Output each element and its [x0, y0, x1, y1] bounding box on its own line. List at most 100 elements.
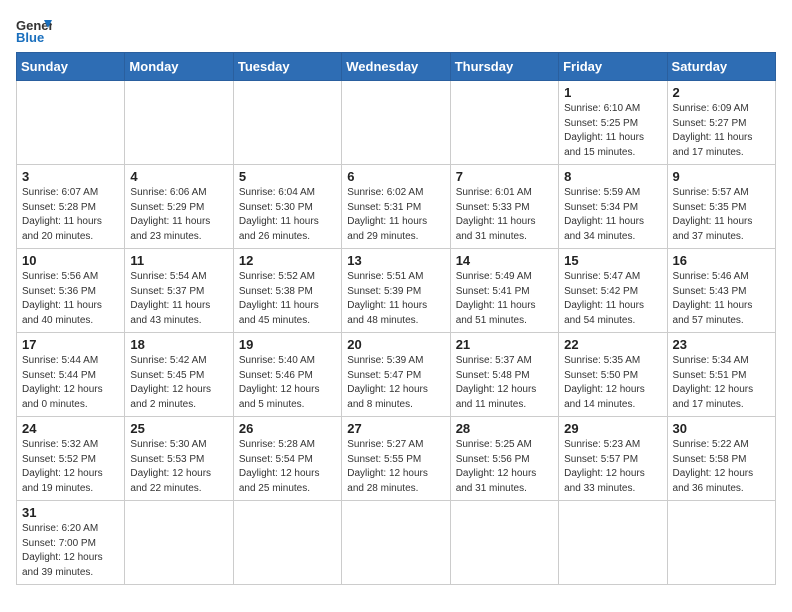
- calendar-cell: 17 Sunrise: 5:44 AM Sunset: 5:44 PM Dayli…: [17, 333, 125, 417]
- cell-info-text: Sunrise: 6:20 AM Sunset: 7:00 PM Dayligh…: [22, 522, 119, 580]
- cell-info-text: Sunrise: 5:47 AM Sunset: 5:42 PM Dayligh…: [564, 270, 661, 328]
- column-header-monday: Monday: [125, 53, 233, 81]
- cell-info-text: Sunrise: 5:30 AM Sunset: 5:53 PM Dayligh…: [130, 438, 227, 496]
- calendar-cell: 7 Sunrise: 6:01 AM Sunset: 5:33 PM Daylig…: [450, 165, 558, 249]
- cell-date-number: 20: [347, 337, 444, 352]
- cell-date-number: 29: [564, 421, 661, 436]
- calendar-cell: 28Sunrise: 5:25 AM Sunset: 5:56 PM Dayli…: [450, 417, 558, 501]
- cell-date-number: 8: [564, 169, 661, 184]
- svg-text:Blue: Blue: [16, 30, 44, 44]
- calendar-cell: 23 Sunrise: 5:34 AM Sunset: 5:51 PM Dayli…: [667, 333, 775, 417]
- cell-info-text: Sunrise: 5:22 AM Sunset: 5:58 PM Dayligh…: [673, 438, 770, 496]
- calendar-cell: 30Sunrise: 5:22 AM Sunset: 5:58 PM Dayli…: [667, 417, 775, 501]
- header: General Blue: [16, 16, 776, 44]
- logo-icon: General Blue: [16, 16, 52, 44]
- cell-info-text: Sunrise: 5:52 AM Sunset: 5:38 PM Dayligh…: [239, 270, 336, 328]
- calendar-week-3: 17 Sunrise: 5:44 AM Sunset: 5:44 PM Dayli…: [17, 333, 776, 417]
- column-header-wednesday: Wednesday: [342, 53, 450, 81]
- column-header-friday: Friday: [559, 53, 667, 81]
- cell-info-text: Sunrise: 6:01 AM Sunset: 5:33 PM Dayligh…: [456, 186, 553, 244]
- calendar-cell: 19 Sunrise: 5:40 AM Sunset: 5:46 PM Dayli…: [233, 333, 341, 417]
- cell-info-text: Sunrise: 5:44 AM Sunset: 5:44 PM Dayligh…: [22, 354, 119, 412]
- calendar-cell: 14Sunrise: 5:49 AM Sunset: 5:41 PM Dayli…: [450, 249, 558, 333]
- column-header-saturday: Saturday: [667, 53, 775, 81]
- calendar-cell: 8 Sunrise: 5:59 AM Sunset: 5:34 PM Daylig…: [559, 165, 667, 249]
- cell-info-text: Sunrise: 5:23 AM Sunset: 5:57 PM Dayligh…: [564, 438, 661, 496]
- cell-info-text: Sunrise: 6:02 AM Sunset: 5:31 PM Dayligh…: [347, 186, 444, 244]
- cell-date-number: 16: [673, 253, 770, 268]
- calendar-cell: 6 Sunrise: 6:02 AM Sunset: 5:31 PM Daylig…: [342, 165, 450, 249]
- cell-info-text: Sunrise: 5:32 AM Sunset: 5:52 PM Dayligh…: [22, 438, 119, 496]
- cell-info-text: Sunrise: 5:34 AM Sunset: 5:51 PM Dayligh…: [673, 354, 770, 412]
- cell-date-number: 6: [347, 169, 444, 184]
- calendar-cell: 4 Sunrise: 6:06 AM Sunset: 5:29 PM Daylig…: [125, 165, 233, 249]
- calendar-cell: [450, 81, 558, 165]
- calendar-cell: [450, 501, 558, 585]
- calendar-week-4: 24Sunrise: 5:32 AM Sunset: 5:52 PM Dayli…: [17, 417, 776, 501]
- cell-info-text: Sunrise: 5:51 AM Sunset: 5:39 PM Dayligh…: [347, 270, 444, 328]
- calendar-body: 1 Sunrise: 6:10 AM Sunset: 5:25 PM Daylig…: [17, 81, 776, 585]
- cell-info-text: Sunrise: 6:09 AM Sunset: 5:27 PM Dayligh…: [673, 102, 770, 160]
- cell-date-number: 18: [130, 337, 227, 352]
- cell-date-number: 23: [673, 337, 770, 352]
- calendar-table: SundayMondayTuesdayWednesdayThursdayFrid…: [16, 52, 776, 585]
- calendar-cell: 13 Sunrise: 5:51 AM Sunset: 5:39 PM Dayli…: [342, 249, 450, 333]
- calendar-cell: [233, 81, 341, 165]
- calendar-cell: 15 Sunrise: 5:47 AM Sunset: 5:42 PM Dayli…: [559, 249, 667, 333]
- calendar-cell: 20 Sunrise: 5:39 AM Sunset: 5:47 PM Dayli…: [342, 333, 450, 417]
- cell-info-text: Sunrise: 5:46 AM Sunset: 5:43 PM Dayligh…: [673, 270, 770, 328]
- calendar-cell: 12 Sunrise: 5:52 AM Sunset: 5:38 PM Dayli…: [233, 249, 341, 333]
- cell-info-text: Sunrise: 6:04 AM Sunset: 5:30 PM Dayligh…: [239, 186, 336, 244]
- cell-date-number: 15: [564, 253, 661, 268]
- calendar-cell: 11Sunrise: 5:54 AM Sunset: 5:37 PM Dayli…: [125, 249, 233, 333]
- calendar-cell: 9 Sunrise: 5:57 AM Sunset: 5:35 PM Daylig…: [667, 165, 775, 249]
- cell-info-text: Sunrise: 5:35 AM Sunset: 5:50 PM Dayligh…: [564, 354, 661, 412]
- calendar-cell: [17, 81, 125, 165]
- calendar-cell: 3 Sunrise: 6:07 AM Sunset: 5:28 PM Daylig…: [17, 165, 125, 249]
- cell-date-number: 4: [130, 169, 227, 184]
- cell-date-number: 2: [673, 85, 770, 100]
- cell-date-number: 9: [673, 169, 770, 184]
- cell-date-number: 11: [130, 253, 227, 268]
- cell-date-number: 28: [456, 421, 553, 436]
- calendar-cell: 2 Sunrise: 6:09 AM Sunset: 5:27 PM Daylig…: [667, 81, 775, 165]
- cell-date-number: 19: [239, 337, 336, 352]
- cell-info-text: Sunrise: 5:39 AM Sunset: 5:47 PM Dayligh…: [347, 354, 444, 412]
- calendar-week-5: 31Sunrise: 6:20 AM Sunset: 7:00 PM Dayli…: [17, 501, 776, 585]
- cell-info-text: Sunrise: 5:57 AM Sunset: 5:35 PM Dayligh…: [673, 186, 770, 244]
- calendar-cell: 10 Sunrise: 5:56 AM Sunset: 5:36 PM Dayli…: [17, 249, 125, 333]
- cell-date-number: 3: [22, 169, 119, 184]
- cell-date-number: 17: [22, 337, 119, 352]
- calendar-header-row: SundayMondayTuesdayWednesdayThursdayFrid…: [17, 53, 776, 81]
- column-header-sunday: Sunday: [17, 53, 125, 81]
- cell-date-number: 21: [456, 337, 553, 352]
- cell-info-text: Sunrise: 5:56 AM Sunset: 5:36 PM Dayligh…: [22, 270, 119, 328]
- calendar-cell: 5Sunrise: 6:04 AM Sunset: 5:30 PM Daylig…: [233, 165, 341, 249]
- cell-date-number: 10: [22, 253, 119, 268]
- calendar-cell: 22 Sunrise: 5:35 AM Sunset: 5:50 PM Dayli…: [559, 333, 667, 417]
- cell-info-text: Sunrise: 5:27 AM Sunset: 5:55 PM Dayligh…: [347, 438, 444, 496]
- cell-date-number: 22: [564, 337, 661, 352]
- calendar-week-2: 10 Sunrise: 5:56 AM Sunset: 5:36 PM Dayli…: [17, 249, 776, 333]
- cell-date-number: 1: [564, 85, 661, 100]
- cell-info-text: Sunrise: 6:07 AM Sunset: 5:28 PM Dayligh…: [22, 186, 119, 244]
- cell-info-text: Sunrise: 5:42 AM Sunset: 5:45 PM Dayligh…: [130, 354, 227, 412]
- column-header-tuesday: Tuesday: [233, 53, 341, 81]
- cell-date-number: 12: [239, 253, 336, 268]
- calendar-cell: 16 Sunrise: 5:46 AM Sunset: 5:43 PM Dayli…: [667, 249, 775, 333]
- cell-info-text: Sunrise: 5:49 AM Sunset: 5:41 PM Dayligh…: [456, 270, 553, 328]
- cell-info-text: Sunrise: 5:37 AM Sunset: 5:48 PM Dayligh…: [456, 354, 553, 412]
- cell-date-number: 13: [347, 253, 444, 268]
- calendar-cell: [559, 501, 667, 585]
- calendar-cell: 26Sunrise: 5:28 AM Sunset: 5:54 PM Dayli…: [233, 417, 341, 501]
- calendar-cell: 31Sunrise: 6:20 AM Sunset: 7:00 PM Dayli…: [17, 501, 125, 585]
- calendar-cell: 21 Sunrise: 5:37 AM Sunset: 5:48 PM Dayli…: [450, 333, 558, 417]
- cell-info-text: Sunrise: 6:06 AM Sunset: 5:29 PM Dayligh…: [130, 186, 227, 244]
- cell-info-text: Sunrise: 5:40 AM Sunset: 5:46 PM Dayligh…: [239, 354, 336, 412]
- cell-date-number: 26: [239, 421, 336, 436]
- calendar-cell: [342, 501, 450, 585]
- cell-date-number: 7: [456, 169, 553, 184]
- calendar-cell: 29 Sunrise: 5:23 AM Sunset: 5:57 PM Dayli…: [559, 417, 667, 501]
- cell-info-text: Sunrise: 5:59 AM Sunset: 5:34 PM Dayligh…: [564, 186, 661, 244]
- cell-info-text: Sunrise: 6:10 AM Sunset: 5:25 PM Dayligh…: [564, 102, 661, 160]
